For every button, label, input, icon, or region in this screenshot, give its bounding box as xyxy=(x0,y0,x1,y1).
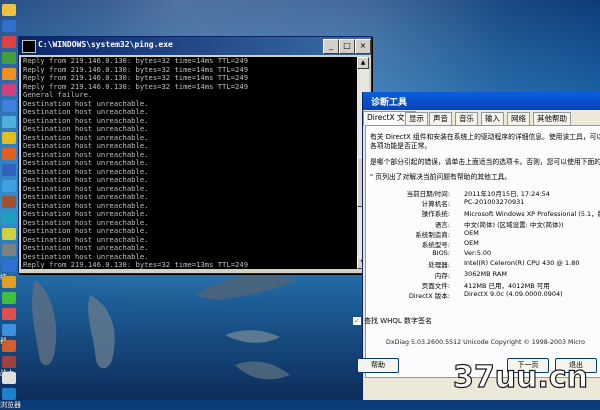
desktop-shortcut-icon xyxy=(2,276,16,288)
system-info-row: 当前日期/时间: 2011年10月15日, 17:24:54 xyxy=(366,188,600,198)
dxdiag-window[interactable]: 诊断工具 DirectX 文件 显示 声音 音乐 输入 网络 其他帮助 有关 DirectX… xyxy=(352,92,600,400)
dolphin-center xyxy=(88,295,115,369)
system-info-row: 语言: 中文(简体) (区域设置: 中文(简体)) xyxy=(366,219,600,229)
system-info-key: 内存: xyxy=(434,271,450,280)
system-info-key: 计算机名: xyxy=(421,200,450,209)
system-info-value: Microsoft Windows XP Professional (5.1，版… xyxy=(464,210,600,219)
minimize-button[interactable]: _ xyxy=(323,39,339,54)
dolphin-bottom xyxy=(235,361,290,380)
watermark-logo-icon: 37uu.cn xyxy=(452,360,588,394)
dolphin-swimming xyxy=(195,275,295,300)
desktop-shortcut-icon xyxy=(2,20,16,32)
desktop-shortcut[interactable]: 浏览器 xyxy=(0,388,21,409)
help-button[interactable]: 帮助 xyxy=(357,358,399,373)
system-info-row: 计算机名: PC-201003270931 xyxy=(366,198,600,208)
desktop-shortcut-icon xyxy=(2,260,16,272)
desktop-shortcut-icon xyxy=(2,164,16,176)
system-info-row: BIOS: Ver:5.00 xyxy=(366,249,600,259)
desktop-shortcut-icon xyxy=(2,356,16,368)
system-info-key: 操作系统: xyxy=(421,210,450,219)
ping-console-window[interactable]: C:\WINDOWS\system32\ping.exe _ □ × Reply… xyxy=(18,36,372,274)
system-info-row: 操作系统: Microsoft Windows XP Professional (… xyxy=(366,208,600,218)
system-info-value: 中文(简体) (区域设置: 中文(简体)) xyxy=(464,220,564,229)
system-info-value: PC-201003270931 xyxy=(464,198,525,207)
dxdiag-system-panel: 有关 DirectX 组件和安装在系统上的驱动程序的详细信息。使用该工具，可以运… xyxy=(352,125,600,378)
watermark-text: 37uu.cn xyxy=(453,360,588,394)
desktop-shortcut-icon xyxy=(2,4,16,16)
close-button[interactable]: × xyxy=(355,39,371,54)
system-info-key: 当前日期/时间: xyxy=(406,190,450,198)
system-info-value: OEM xyxy=(464,228,479,237)
dolphin-illustration xyxy=(32,280,115,369)
system-info-key: 处理器: xyxy=(428,261,450,270)
dxdiag-tabs: DirectX 文件 显示 声音 音乐 输入 网络 其他帮助 xyxy=(363,111,600,126)
system-info-key: DirectX 版本: xyxy=(408,292,450,300)
system-info-row: 处理器: Intel(R) Celeron(R) CPU 430 @ 1.80 xyxy=(366,259,600,269)
system-info-key: 语言: xyxy=(434,220,450,229)
desktop-shortcut-icon xyxy=(2,132,16,144)
tab-3[interactable]: 音乐 xyxy=(455,112,478,125)
system-info-value: 3062MB RAM xyxy=(464,269,507,278)
console-app-icon xyxy=(22,40,36,53)
desktop-shortcut-icon xyxy=(2,308,16,320)
tab-4[interactable]: 输入 xyxy=(481,112,504,125)
desktop-shortcut-icon xyxy=(2,212,16,224)
scroll-up-arrow-icon[interactable]: ▲ xyxy=(357,57,369,69)
tab-5[interactable]: 网络 xyxy=(507,112,530,125)
system-info-value: OEM xyxy=(464,239,479,247)
system-info-key: 系统制造商: xyxy=(415,230,450,239)
desktop-shortcut-icon xyxy=(2,324,16,336)
desktop-shortcut-icon xyxy=(2,292,16,304)
desktop-shortcut-icon xyxy=(2,68,16,80)
dolphin-group xyxy=(195,275,295,380)
desktop-shortcut-icon xyxy=(2,372,16,384)
system-info-key: BIOS: xyxy=(432,249,450,258)
system-info-value: 2011年10月15日, 17:24:54 xyxy=(464,190,550,198)
desktop-shortcut-icon xyxy=(2,148,16,160)
dxdiag-title: 诊断工具 xyxy=(371,98,408,108)
system-info-row: DirectX 版本: DirectX 9.0c (4.09.0000.0904) xyxy=(366,290,600,300)
console-output[interactable]: Reply from 219.146.0.130: bytes=32 time=… xyxy=(21,57,357,269)
tab-1[interactable]: 显示 xyxy=(405,112,428,125)
intro-line-4: " 页列出了对解决当前问题有帮助的其他工具。 xyxy=(370,173,512,181)
system-info-row: 系统型号: OEM xyxy=(366,239,600,249)
system-info-row: 内存: 3062MB RAM xyxy=(366,270,600,280)
desktop-icon-column: 络器战士浏览器 xyxy=(0,0,21,409)
system-info-value: Ver:5.00 xyxy=(464,249,492,258)
system-info-row: 页面文件: 412MB 已用，4012MB 可用 xyxy=(366,280,600,290)
dxdiag-title-bar[interactable]: 诊断工具 xyxy=(363,92,600,110)
system-info-value: DirectX 9.0c (4.09.0000.0904) xyxy=(464,290,563,298)
desktop-shortcut-icon xyxy=(2,388,16,400)
system-info-value: Intel(R) Celeron(R) CPU 430 @ 1.80 xyxy=(464,259,580,268)
intro-line-2: 各项功能是否正常。 xyxy=(370,142,432,150)
system-info-row: 系统制造商: OEM xyxy=(366,229,600,239)
desktop-shortcut-icon xyxy=(2,116,16,128)
intro-line-3: 是哪个部分引起的错误，请单击上面适当的选项卡。否则，您可以使用下面的 " xyxy=(370,158,600,166)
system-info-value: 412MB 已用，4012MB 可用 xyxy=(464,281,550,290)
desktop-shortcut-icon xyxy=(2,180,16,192)
console-title-bar[interactable]: C:\WINDOWS\system32\ping.exe _ □ × xyxy=(19,37,371,55)
desktop-shortcut-icon xyxy=(2,100,16,112)
tab-6[interactable]: 其他帮助 xyxy=(533,112,571,125)
desktop-shortcut-icon xyxy=(2,228,16,240)
system-info-key: 页面文件: xyxy=(421,281,450,290)
tab-2[interactable]: 声音 xyxy=(429,112,452,125)
desktop-shortcut-label: 浏览器 xyxy=(0,401,21,409)
whql-checkbox[interactable]: ✓ xyxy=(352,316,362,326)
desktop-shortcut-icon xyxy=(2,196,16,208)
desktop-shortcut-icon xyxy=(2,340,16,352)
system-info-key: 系统型号: xyxy=(421,241,450,249)
maximize-button[interactable]: □ xyxy=(339,39,355,54)
console-title: C:\WINDOWS\system32\ping.exe xyxy=(38,40,173,49)
desktop-shortcut-icon xyxy=(2,36,16,48)
dxdiag-version-footer: DxDiag 5.03.2600.5512 Unicode Copyright … xyxy=(386,339,585,346)
desktop-shortcut-icon xyxy=(2,52,16,64)
whql-checkbox-label: 查找 WHQL 数字签名 xyxy=(364,317,433,325)
desktop-shortcut-icon xyxy=(2,244,16,256)
dolphin-small xyxy=(225,330,280,343)
desktop-shortcut-icon xyxy=(2,84,16,96)
dolphin-left xyxy=(32,280,57,366)
console-line: Reply from 219.146.0.130: bytes=32 time=… xyxy=(23,260,249,269)
